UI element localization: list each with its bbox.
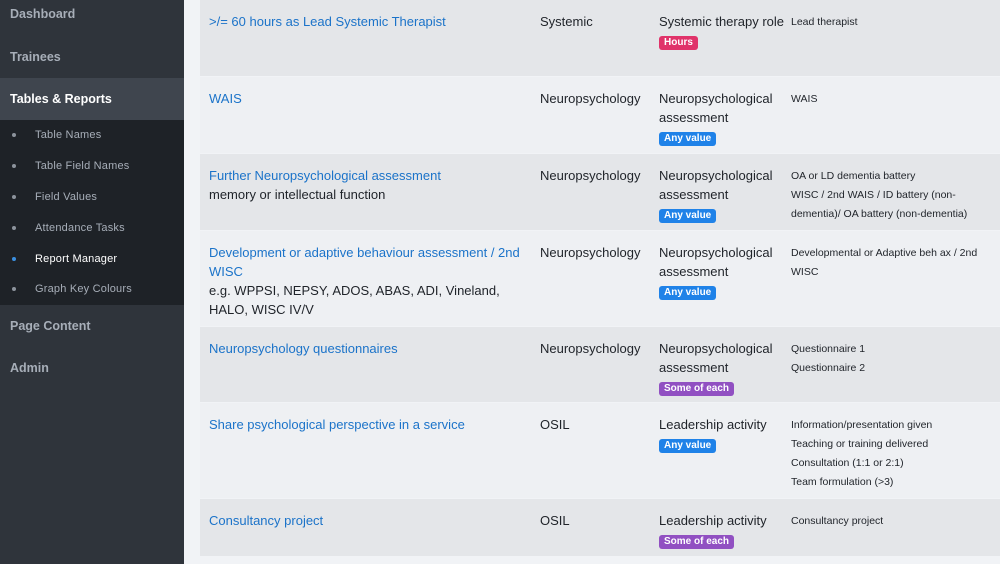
field-item: Questionnaire 2	[791, 362, 866, 374]
report-name-link[interactable]: Further Neuropsychological assessment	[209, 166, 529, 185]
table-row: Neuropsychology questionnaires Neuropsyc…	[200, 327, 1000, 403]
field-item: Teaching or training delivered	[791, 438, 929, 450]
bullet-icon	[12, 163, 16, 168]
report-table: >/= 60 hours as Lead Systemic Therapist …	[200, 0, 1000, 557]
report-name-link[interactable]: Development or adaptive behaviour assess…	[209, 243, 529, 281]
category-cell: OSIL	[540, 513, 570, 528]
nav-item-trainees[interactable]: Trainees	[0, 36, 184, 78]
report-name-link[interactable]: Share psychological perspective in a ser…	[209, 415, 529, 434]
type-label: Neuropsychological assessment	[659, 245, 773, 279]
fields-cell: WAIS	[791, 90, 996, 109]
main-content: >/= 60 hours as Lead Systemic Therapist …	[184, 0, 1000, 564]
sidebar: Dashboard Trainees Tables & Reports Tabl…	[0, 0, 184, 564]
bullet-icon	[12, 256, 16, 261]
subnav-item-label: Field Values	[35, 190, 98, 203]
report-name-cell: Share psychological perspective in a ser…	[209, 415, 529, 434]
subnav-item-label: Report Manager	[35, 252, 118, 265]
report-name-cell: WAIS	[209, 89, 529, 108]
report-note: e.g. WPPSI, NEPSY, ADOS, ABAS, ADI, Vine…	[209, 283, 500, 317]
field-item: WISC / 2nd WAIS / ID battery (non-dement…	[791, 189, 968, 220]
type-cell: Leadership activity Any value	[659, 415, 784, 453]
type-label: Neuropsychological assessment	[659, 91, 773, 125]
field-item: Developmental or Adaptive beh ax / 2nd W…	[791, 247, 978, 278]
report-note: memory or intellectual function	[209, 187, 386, 202]
type-label: Leadership activity	[659, 417, 767, 432]
field-item: Lead therapist	[791, 16, 858, 28]
field-item: Questionnaire 1	[791, 343, 866, 355]
subnav-tables-reports: Table Names Table Field Names Field Valu…	[0, 120, 184, 306]
report-name-link[interactable]: Consultancy project	[209, 511, 529, 530]
value-mode-badge: Some of each	[659, 382, 735, 396]
subnav-item-table-field-names[interactable]: Table Field Names	[0, 151, 184, 182]
subnav-item-attendance-tasks[interactable]: Attendance Tasks	[0, 213, 184, 244]
table-row: >/= 60 hours as Lead Systemic Therapist …	[200, 0, 1000, 77]
nav-item-page-content[interactable]: Page Content	[0, 305, 184, 347]
type-cell: Neuropsychological assessment Any value	[659, 89, 784, 146]
bullet-icon	[12, 133, 16, 137]
nav-item-tables-reports[interactable]: Tables & Reports	[0, 78, 184, 120]
type-cell: Systemic therapy role Hours	[659, 12, 784, 50]
subnav-item-label: Graph Key Colours	[35, 283, 132, 296]
type-label: Neuropsychological assessment	[659, 168, 773, 202]
fields-cell: Lead therapist	[791, 13, 996, 32]
type-label: Systemic therapy role	[659, 14, 784, 29]
fields-cell: OA or LD dementia battery WISC / 2nd WAI…	[791, 167, 996, 224]
report-name-cell: Further Neuropsychological assessment me…	[209, 166, 529, 204]
nav-item-admin[interactable]: Admin	[0, 347, 184, 389]
report-name-link[interactable]: >/= 60 hours as Lead Systemic Therapist	[209, 12, 529, 31]
report-name-cell: Development or adaptive behaviour assess…	[209, 243, 529, 319]
category-cell: Neuropsychology	[540, 91, 641, 106]
value-mode-badge: Hours	[659, 36, 698, 50]
bullet-icon	[12, 287, 16, 292]
type-cell: Leadership activity Some of each	[659, 511, 784, 549]
table-row: Share psychological perspective in a ser…	[200, 403, 1000, 499]
subnav-item-graph-key-colours[interactable]: Graph Key Colours	[0, 274, 184, 305]
type-label: Leadership activity	[659, 513, 767, 528]
value-mode-badge: Any value	[659, 209, 717, 223]
table-row: Further Neuropsychological assessment me…	[200, 154, 1000, 231]
category-cell: Neuropsychology	[540, 341, 641, 356]
subnav-item-field-values[interactable]: Field Values	[0, 182, 184, 213]
subnav-item-table-names[interactable]: Table Names	[0, 120, 184, 151]
field-item: WAIS	[791, 93, 818, 105]
report-name-link[interactable]: Neuropsychology questionnaires	[209, 339, 529, 358]
report-name-cell: Consultancy project	[209, 511, 529, 530]
subnav-item-report-manager[interactable]: Report Manager	[0, 244, 184, 275]
fields-cell: Questionnaire 1 Questionnaire 2	[791, 340, 996, 378]
category-cell: Systemic	[540, 14, 593, 29]
fields-cell: Consultancy project	[791, 512, 996, 531]
report-name-cell: >/= 60 hours as Lead Systemic Therapist	[209, 12, 529, 31]
value-mode-badge: Any value	[659, 132, 717, 146]
fields-cell: Developmental or Adaptive beh ax / 2nd W…	[791, 244, 996, 282]
nav-item-dashboard[interactable]: Dashboard	[0, 0, 184, 36]
category-cell: Neuropsychology	[540, 245, 641, 260]
fields-cell: Information/presentation given Teaching …	[791, 416, 996, 492]
report-name-cell: Neuropsychology questionnaires	[209, 339, 529, 358]
bullet-icon	[12, 194, 16, 199]
category-cell: Neuropsychology	[540, 168, 641, 183]
value-mode-badge: Some of each	[659, 535, 735, 549]
subnav-item-label: Attendance Tasks	[35, 221, 125, 234]
field-item: Team formulation (>3)	[791, 476, 894, 488]
field-item: OA or LD dementia battery	[791, 170, 916, 182]
value-mode-badge: Any value	[659, 439, 717, 453]
category-cell: OSIL	[540, 417, 570, 432]
subnav-item-label: Table Field Names	[35, 159, 130, 172]
report-name-link[interactable]: WAIS	[209, 89, 529, 108]
table-row: Consultancy project OSIL Leadership acti…	[200, 499, 1000, 557]
type-cell: Neuropsychological assessment Some of ea…	[659, 339, 784, 396]
subnav-item-label: Table Names	[35, 129, 102, 141]
table-row: Development or adaptive behaviour assess…	[200, 231, 1000, 327]
table-row: WAIS Neuropsychology Neuropsychological …	[200, 77, 1000, 154]
type-cell: Neuropsychological assessment Any value	[659, 243, 784, 300]
value-mode-badge: Any value	[659, 286, 717, 300]
field-item: Consultancy project	[791, 515, 884, 527]
type-label: Neuropsychological assessment	[659, 341, 773, 375]
type-cell: Neuropsychological assessment Any value	[659, 166, 784, 223]
field-item: Information/presentation given	[791, 419, 933, 431]
field-item: Consultation (1:1 or 2:1)	[791, 457, 904, 469]
bullet-icon	[12, 225, 16, 230]
